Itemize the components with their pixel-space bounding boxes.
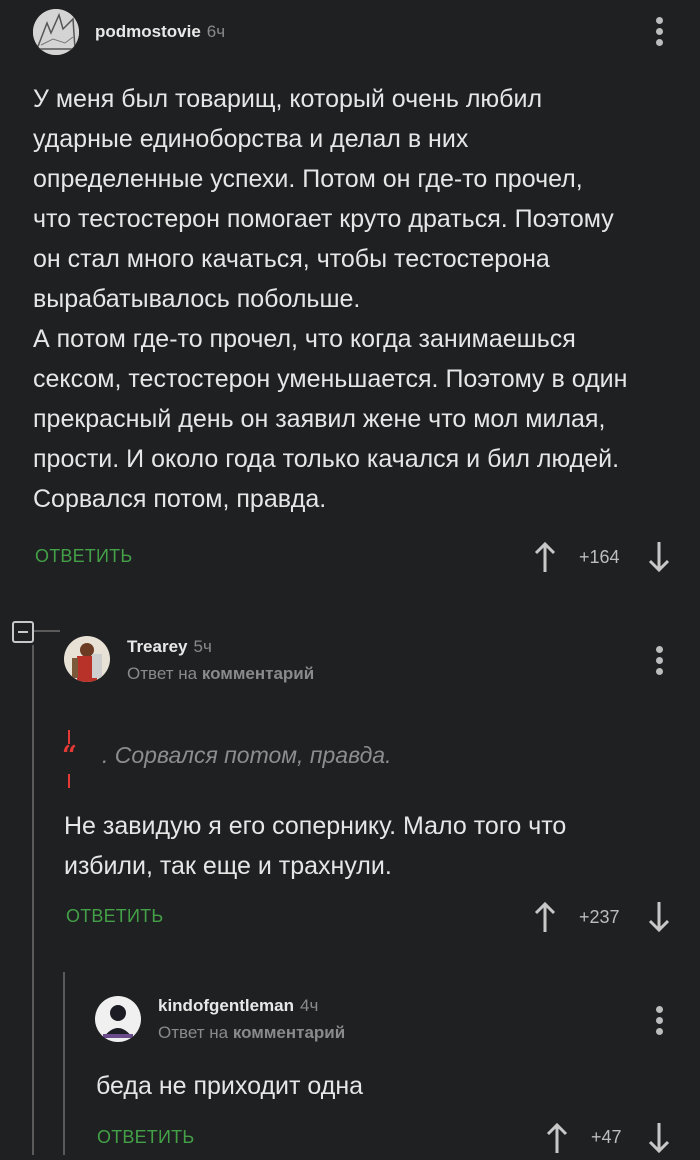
thread-connector: [34, 630, 60, 632]
more-vertical-icon[interactable]: [654, 17, 664, 50]
collapse-thread-button[interactable]: [12, 621, 34, 643]
comment-text: Не завидую я его сопернику. Мало того чт…: [64, 812, 567, 880]
rating-value: +237: [579, 907, 620, 927]
username-trearey[interactable]: Trearey: [127, 637, 188, 656]
arrow-up-icon[interactable]: [545, 1121, 569, 1160]
arrow-down-icon[interactable]: [647, 1121, 671, 1160]
avatar-kindofgentleman[interactable]: [95, 996, 141, 1042]
comment-time: 4ч: [300, 996, 319, 1015]
comment-time: 5ч: [193, 637, 212, 656]
quote-icon: “: [62, 730, 82, 795]
rating-value: +164: [579, 547, 620, 567]
comment-text: У меня был товарищ, который очень любил …: [33, 85, 628, 513]
avatar-podmostovie[interactable]: [33, 9, 79, 55]
arrow-down-icon[interactable]: [647, 900, 671, 939]
reply-button[interactable]: ответить: [66, 906, 163, 927]
reply-button[interactable]: ответить: [35, 546, 132, 567]
arrow-up-icon[interactable]: [533, 900, 557, 939]
reply-to-link[interactable]: комментарий: [233, 1023, 345, 1042]
comment-time: 6ч: [206, 22, 226, 41]
reply-to-link[interactable]: комментарий: [202, 664, 314, 683]
thread-line: [32, 645, 34, 1155]
thread-line: [63, 972, 65, 1155]
reply-to-label: Ответ на комментарий: [127, 664, 315, 683]
svg-text:“: “: [62, 741, 77, 771]
arrow-up-icon[interactable]: [533, 540, 557, 579]
rating-value: +47: [591, 1127, 622, 1147]
reply-button[interactable]: ответить: [97, 1127, 194, 1148]
username-kindofgentleman[interactable]: kindofgentleman: [158, 996, 294, 1015]
more-vertical-icon[interactable]: [654, 1006, 664, 1039]
arrow-down-icon[interactable]: [647, 540, 671, 579]
reply-to-label: Ответ на комментарий: [158, 1023, 346, 1042]
avatar-trearey[interactable]: [64, 636, 110, 682]
more-vertical-icon[interactable]: [654, 646, 664, 679]
quoted-text: . Сорвался потом, правда.: [102, 742, 392, 768]
username-podmostovie[interactable]: podmostovie: [95, 22, 201, 41]
comment-text: беда не приходит одна: [96, 1072, 364, 1100]
